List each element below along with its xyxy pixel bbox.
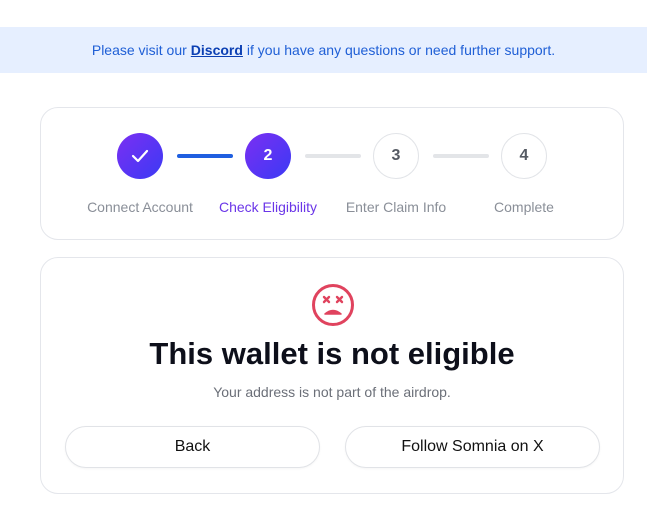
step-4-circle: 4: [501, 133, 547, 179]
step-2-circle: 2: [245, 133, 291, 179]
step-3-label: Enter Claim Info: [345, 199, 447, 215]
step-connector-2: [305, 154, 361, 158]
support-banner: Please visit our Discord if you have any…: [0, 27, 647, 73]
banner-suffix-text: if you have any questions or need furthe…: [246, 42, 556, 58]
result-card: This wallet is not eligible Your address…: [40, 257, 624, 494]
result-subtitle: Your address is not part of the airdrop.: [213, 384, 451, 400]
step-connector-3: [433, 154, 489, 158]
step-2-label: Check Eligibility: [218, 199, 318, 215]
follow-somnia-button[interactable]: Follow Somnia on X: [345, 426, 600, 468]
step-4-label: Complete: [494, 199, 554, 215]
back-button[interactable]: Back: [65, 426, 320, 468]
step-3-circle: 3: [373, 133, 419, 179]
stepper-card: 2 3 4 Connect Account Check Eligibility …: [40, 107, 624, 240]
page-title: This wallet is not eligible: [149, 336, 515, 371]
step-1-label: Connect Account: [87, 199, 193, 215]
checkmark-icon: [131, 149, 149, 163]
sad-face-icon: [312, 284, 354, 326]
banner-prefix-text: Please visit our: [91, 42, 187, 58]
step-connector-1: [177, 154, 233, 158]
discord-link[interactable]: Discord: [191, 42, 243, 58]
step-1-circle: [117, 133, 163, 179]
